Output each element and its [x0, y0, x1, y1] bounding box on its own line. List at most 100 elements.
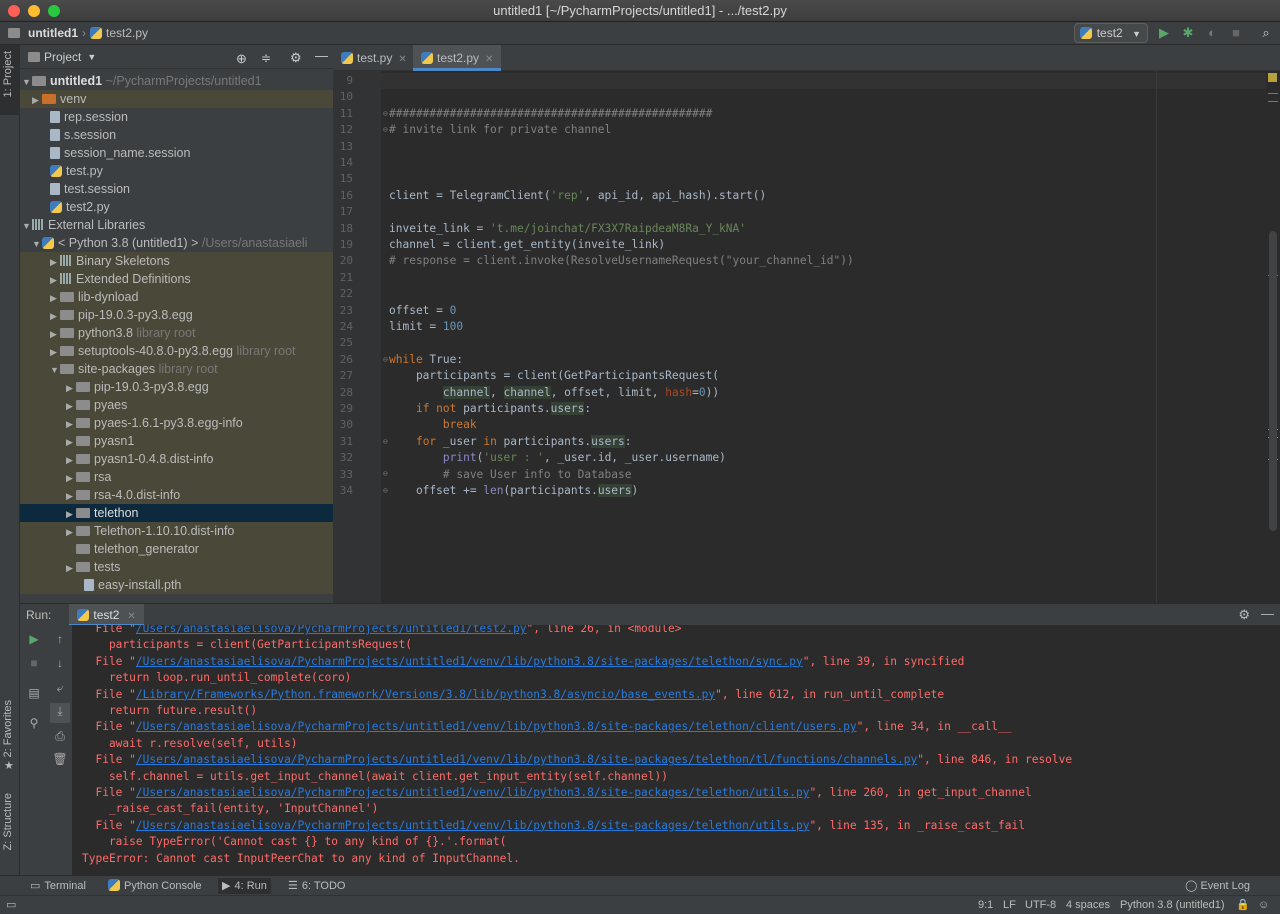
tree-item-file[interactable]: test.py [20, 162, 333, 180]
breadcrumb-file[interactable]: test2.py [106, 26, 148, 40]
tree-item-telethon[interactable]: ▶ telethon [20, 504, 333, 522]
run-tab-test2[interactable]: test2 ✕ [69, 603, 144, 626]
tree-item-folder[interactable]: ▶ pip-19.0.3-py3.8.egg [20, 306, 333, 324]
tree-root[interactable]: ▼ untitled1 ~/PycharmProjects/untitled1 [20, 72, 333, 90]
tree-item-file[interactable]: test2.py [20, 198, 333, 216]
tree-item-folder[interactable]: ▶ rsa-4.0.dist-info [20, 486, 333, 504]
tree-item-folder[interactable]: ▶ tests [20, 558, 333, 576]
tool-window-toggle-icon[interactable]: ▭ [6, 898, 16, 913]
run-icon[interactable]: ▶ [1156, 25, 1172, 41]
tab-terminal[interactable]: ▭ Terminal [30, 878, 86, 894]
close-icon[interactable]: ✕ [485, 54, 493, 65]
chevron-down-icon[interactable]: ▼ [87, 52, 96, 62]
fold-marker-icon[interactable]: ⊖ [383, 469, 388, 478]
python-interpreter[interactable]: Python 3.8 (untitled1) [1120, 898, 1225, 913]
gear-icon[interactable]: ⚙ [290, 50, 302, 66]
tree-item-folder[interactable]: ▼ site-packages library root [20, 360, 333, 378]
tree-item-folder[interactable]: ▶ python3.8 library root [20, 324, 333, 342]
console-link[interactable]: /Users/anastasiaelisova/PycharmProjects/… [136, 655, 803, 668]
tree-item-folder[interactable]: ▶ pyaes [20, 396, 333, 414]
tree-item-venv[interactable]: ▶ venv [20, 90, 333, 108]
breadcrumb-project[interactable]: untitled1 [28, 26, 78, 40]
collapse-all-icon[interactable]: ≑ [261, 51, 271, 65]
print-icon[interactable]: ⎙ [52, 728, 68, 744]
tree-item-python-sdk[interactable]: ▼ < Python 3.8 (untitled1) > /Users/anast… [20, 234, 333, 252]
rerun-icon[interactable]: ▶ [26, 631, 42, 647]
fold-marker-icon[interactable]: ⊖ [383, 437, 388, 446]
structure-tool-tab[interactable]: Z: Structure [2, 793, 14, 850]
favorites-tool-tab[interactable]: 2: Favorites [2, 700, 14, 757]
tree-item-folder[interactable]: ▶ setuptools-40.8.0-py3.8.egg library roo… [20, 342, 333, 360]
console-link[interactable]: /Users/anastasiaelisova/PycharmProjects/… [136, 753, 917, 766]
tree-item-folder[interactable]: telethon_generator [20, 540, 333, 558]
down-icon[interactable]: ↓ [52, 655, 68, 671]
console-link[interactable]: /Users/anastasiaelisova/PycharmProjects/… [136, 819, 810, 832]
run-console[interactable]: File "/Users/anastasiaelisova/PycharmPro… [72, 625, 1280, 875]
layout-icon[interactable]: ▤ [26, 685, 42, 701]
debug-icon[interactable]: ✱ [1180, 25, 1196, 41]
run-configuration-select[interactable]: test2 ▼ [1073, 23, 1148, 43]
tab-python-console[interactable]: Python Console [108, 878, 202, 894]
inspector-icon[interactable]: ☺ [1258, 898, 1269, 913]
tab-test2-py[interactable]: test2.py ✕ [413, 45, 502, 71]
tree-item-folder[interactable]: ▶ pip-19.0.3-py3.8.egg [20, 378, 333, 396]
tree-item-label: site-packages [78, 362, 156, 376]
close-icon[interactable]: ✕ [127, 611, 135, 622]
hide-icon[interactable]: — [1261, 606, 1274, 621]
coverage-icon[interactable]: ◐ [1204, 25, 1220, 41]
search-icon[interactable]: ⌕ [1258, 25, 1274, 41]
warning-indicator-icon[interactable] [1268, 73, 1277, 82]
tree-item-folder[interactable]: ▶ Extended Definitions [20, 270, 333, 288]
tree-item-folder[interactable]: ▶ Binary Skeletons [20, 252, 333, 270]
file-encoding[interactable]: UTF-8 [1025, 898, 1056, 913]
code-area[interactable]: 9 10 11 12 13 14 15 16 17 18 19 20 21 22… [333, 71, 1280, 603]
tree-item-file[interactable]: rep.session [20, 108, 333, 126]
tree-item-external-libraries[interactable]: ▼ External Libraries [20, 216, 333, 234]
tree-item-folder[interactable]: ▶ rsa [20, 468, 333, 486]
fold-marker-icon[interactable]: ⊖ [383, 486, 388, 495]
console-link[interactable]: /Library/Frameworks/Python.framework/Ver… [136, 688, 715, 701]
tree-item-label: rep.session [64, 110, 128, 124]
tab-todo[interactable]: ☰ 6: TODO [288, 878, 345, 894]
stop-icon[interactable]: ■ [1228, 25, 1244, 41]
console-link[interactable]: /Users/anastasiaelisova/PycharmProjects/… [136, 786, 810, 799]
caret-position[interactable]: 9:1 [978, 898, 993, 913]
minimize-window-button[interactable] [28, 5, 40, 17]
fold-marker-icon[interactable]: ⊖ [383, 109, 388, 118]
soft-wrap-icon[interactable]: ⤶ [52, 680, 68, 696]
tab-test-py[interactable]: test.py ✕ [333, 45, 415, 71]
error-stripe[interactable] [1266, 71, 1280, 603]
up-icon[interactable]: ↑ [52, 631, 68, 647]
close-window-button[interactable] [8, 5, 20, 17]
trash-icon[interactable]: 🗑 [52, 751, 68, 767]
tab-run[interactable]: ▶ 4: Run [218, 878, 271, 894]
hide-icon[interactable]: — [315, 48, 328, 63]
project-view-select[interactable]: Project [44, 50, 81, 64]
gear-icon[interactable]: ⚙ [1238, 607, 1250, 623]
tree-item-folder[interactable]: ▶ pyasn1 [20, 432, 333, 450]
scroll-to-end-icon[interactable]: ⤓ [50, 703, 70, 723]
indent-setting[interactable]: 4 spaces [1066, 898, 1110, 913]
tree-item-file[interactable]: easy-install.pth [20, 576, 333, 594]
line-separator[interactable]: LF [1003, 898, 1016, 913]
tree-item-file[interactable]: s.session [20, 126, 333, 144]
tree-item-folder[interactable]: ▶ Telethon-1.10.10.dist-info [20, 522, 333, 540]
pin-icon[interactable]: ⚲ [26, 715, 42, 731]
lock-icon[interactable]: 🔒 [1236, 898, 1250, 913]
close-icon[interactable]: ✕ [398, 54, 406, 65]
console-link[interactable]: /Users/anastasiaelisova/PycharmProjects/… [136, 625, 527, 635]
console-link[interactable]: /Users/anastasiaelisova/PycharmProjects/… [136, 720, 857, 733]
fold-marker-icon[interactable]: ⊖ [383, 355, 388, 364]
locate-icon[interactable]: ⊕ [236, 51, 247, 67]
tab-event-log[interactable]: ◯ Event Log [1185, 878, 1250, 894]
tree-item-folder[interactable]: ▶ pyasn1-0.4.8.dist-info [20, 450, 333, 468]
fold-marker-icon[interactable]: ⊖ [383, 125, 388, 134]
project-tool-tab[interactable]: 1: Project [2, 51, 14, 97]
tree-item-file[interactable]: session_name.session [20, 144, 333, 162]
zoom-window-button[interactable] [48, 5, 60, 17]
tree-item-file[interactable]: test.session [20, 180, 333, 198]
tree-item-folder[interactable]: ▶ pyaes-1.6.1-py3.8.egg-info [20, 414, 333, 432]
tree-item-folder[interactable]: ▶ lib-dynload [20, 288, 333, 306]
stop-icon[interactable]: ■ [26, 655, 42, 671]
vertical-scrollbar[interactable] [1269, 231, 1277, 531]
